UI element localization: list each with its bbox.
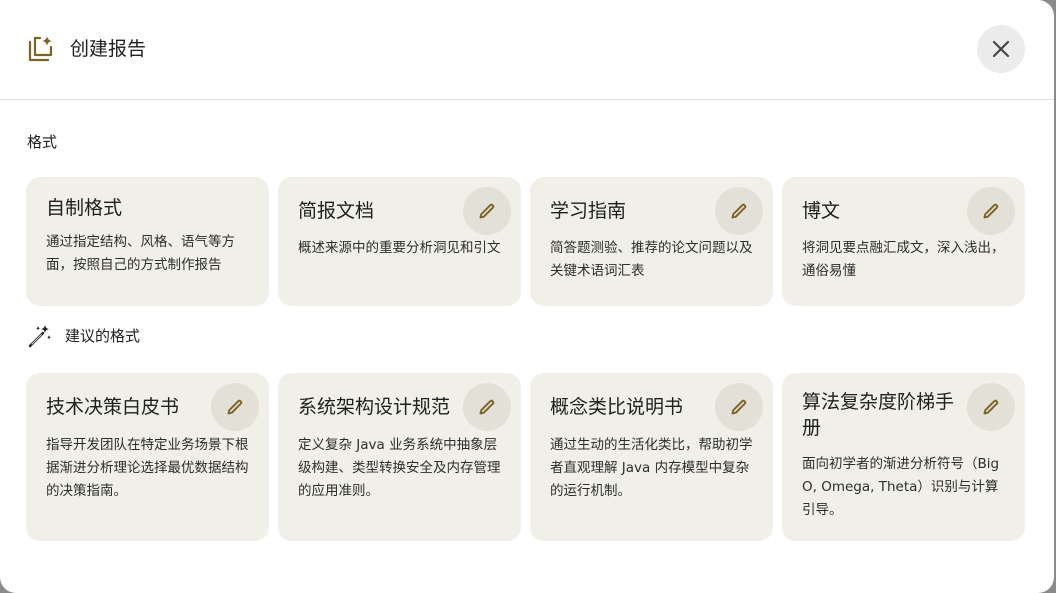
pencil-icon (983, 203, 999, 219)
magic-wand-icon (28, 325, 51, 348)
suggested-card-tech-whitepaper[interactable]: 技术决策白皮书 指导开发团队在特定业务场景下根据渐进分析理论选择最优数据结构的决… (26, 373, 269, 541)
dialog-header: 创建报告 (0, 0, 1054, 100)
pencil-icon (479, 399, 495, 415)
pencil-icon (731, 203, 747, 219)
close-icon (992, 40, 1010, 58)
format-card-briefing[interactable]: 简报文档 概述来源中的重要分析洞见和引文 (278, 177, 521, 306)
edit-button[interactable] (463, 383, 511, 431)
format-section-label: 格式 (27, 133, 58, 151)
card-description: 概述来源中的重要分析洞见和引文 (298, 240, 501, 256)
card-title: 技术决策白皮书 (46, 396, 180, 418)
edit-button[interactable] (715, 383, 763, 431)
format-card-blog[interactable]: 博文 将洞见要点融汇成文，深入浅出，通俗易懂 (782, 177, 1025, 306)
card-description: 简答题测验、推荐的论文问题以及关键术语词汇表 (550, 240, 753, 279)
card-title: 算法复杂度阶梯手册 (802, 391, 955, 439)
card-description: 面向初学者的渐进分析符号（Big O, Omega, Theta）识别与计算引导… (802, 456, 1000, 518)
suggested-card-architecture-spec[interactable]: 系统架构设计规范 定义复杂 Java 业务系统中抽象层级构建、类型转换安全及内存… (278, 373, 521, 541)
dialog-title: 创建报告 (70, 38, 147, 60)
edit-button[interactable] (715, 187, 763, 235)
close-button[interactable] (977, 25, 1025, 73)
suggested-card-complexity-handbook[interactable]: 算法复杂度阶梯手册 面向初学者的渐进分析符号（Big O, Omega, The… (782, 373, 1025, 541)
pencil-icon (731, 399, 747, 415)
suggested-section-text: 建议的格式 (65, 327, 141, 345)
create-report-dialog: 创建报告 格式 自制格式 通过指定结构、风格、语气等方面，按照自己的方式制作报告… (0, 0, 1054, 593)
edit-button[interactable] (463, 187, 511, 235)
suggested-section-label: 建议的格式 (27, 323, 140, 349)
card-title: 系统架构设计规范 (298, 396, 451, 418)
card-title: 学习指南 (550, 200, 627, 222)
card-title: 简报文档 (298, 200, 375, 222)
pencil-icon (983, 399, 999, 415)
format-card-study-guide[interactable]: 学习指南 简答题测验、推荐的论文问题以及关键术语词汇表 (530, 177, 773, 306)
card-description: 定义复杂 Java 业务系统中抽象层级构建、类型转换安全及内存管理的应用准则。 (298, 437, 501, 499)
card-title: 概念类比说明书 (550, 396, 684, 418)
card-title: 自制格式 (46, 197, 123, 219)
edit-button[interactable] (967, 187, 1015, 235)
format-card-custom[interactable]: 自制格式 通过指定结构、风格、语气等方面，按照自己的方式制作报告 (26, 177, 269, 306)
pencil-icon (479, 203, 495, 219)
pencil-icon (227, 399, 243, 415)
report-sparkle-icon (28, 36, 53, 62)
card-description: 将洞见要点融汇成文，深入浅出，通俗易懂 (802, 240, 1005, 279)
card-description: 指导开发团队在特定业务场景下根据渐进分析理论选择最优数据结构的决策指南。 (46, 437, 249, 499)
card-title: 博文 (802, 200, 841, 222)
suggested-card-analogy-guide[interactable]: 概念类比说明书 通过生动的生活化类比，帮助初学者直观理解 Java 内存模型中复… (530, 373, 773, 541)
card-description: 通过指定结构、风格、语气等方面，按照自己的方式制作报告 (46, 234, 235, 273)
edit-button[interactable] (211, 383, 259, 431)
card-description: 通过生动的生活化类比，帮助初学者直观理解 Java 内存模型中复杂的运行机制。 (550, 437, 753, 499)
edit-button[interactable] (967, 383, 1015, 431)
